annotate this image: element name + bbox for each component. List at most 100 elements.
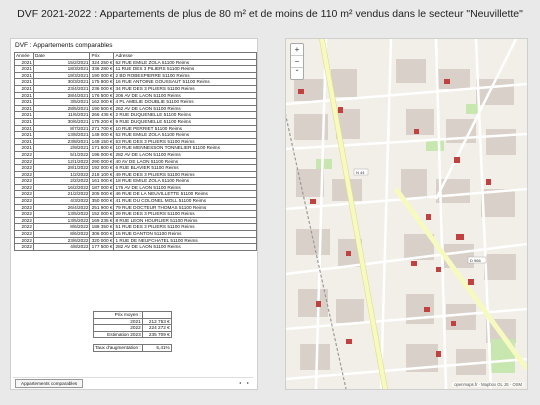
cell-address[interactable]: 176 AV DE LAON 51100 Reims xyxy=(113,183,257,192)
cell-date[interactable]: 3/5/2021 xyxy=(32,98,91,106)
cell-date[interactable]: 15/2/2021 xyxy=(32,58,91,67)
cell-price[interactable]: 324 250 € xyxy=(89,58,115,67)
cell-price[interactable]: 148 000 € xyxy=(89,131,115,139)
cell-address[interactable]: 51 RUE DES 3 PILIERS 51100 Reims xyxy=(113,223,257,232)
cell-date[interactable]: 23/4/2021 xyxy=(32,84,91,93)
cell-date[interactable]: 5/1/2022 xyxy=(32,150,91,159)
cell-date[interactable]: 18/3/2021 xyxy=(32,65,91,73)
cell-date[interactable]: 13/5/2022 xyxy=(32,210,91,218)
stats-value[interactable]: 212 753 € xyxy=(141,317,172,326)
empty-cell[interactable] xyxy=(141,311,172,319)
cell-date[interactable]: 13/5/2022 xyxy=(32,216,91,225)
cell-address[interactable]: 41 RUE DU COLONEL MOLL 51100 Reims xyxy=(113,197,257,205)
cell-date[interactable]: 2/2/2022 xyxy=(32,177,91,185)
increase-value[interactable]: 5,41% xyxy=(141,343,172,352)
cell-date[interactable]: 30/6/2021 xyxy=(32,117,91,126)
stats-value[interactable]: 224 272 € xyxy=(141,324,172,332)
cell-price[interactable]: 176 500 € xyxy=(89,91,115,100)
header-address[interactable]: Adresse xyxy=(113,52,257,60)
cell-address[interactable]: 262 AV DE LAON 51100 Reims xyxy=(113,104,257,113)
cell-year[interactable]: 2021 xyxy=(14,65,34,73)
cell-year[interactable]: 2021 xyxy=(14,98,34,106)
cell-address[interactable]: 206 AV DE LAON 51100 Reims xyxy=(113,91,257,100)
cell-year[interactable]: 2022 xyxy=(14,190,34,199)
cell-date[interactable]: 2/9/2021 xyxy=(32,144,91,152)
cell-year[interactable]: 2021 xyxy=(14,144,34,152)
cell-address[interactable]: 10 RUE MENNESSON TONNELIER 51100 Reims xyxy=(113,144,257,152)
cell-date[interactable]: 30/3/2021 xyxy=(32,78,91,86)
increase-label[interactable]: Taux d'augmentation : xyxy=(93,343,143,352)
cell-address[interactable]: 2 RUE DUQUENELLE 51100 Reims xyxy=(113,111,257,119)
cell-address[interactable]: 49 RUE DES 3 PILIERS 51100 Reims xyxy=(113,170,257,179)
cell-year[interactable]: 2021 xyxy=(14,71,34,80)
cell-date[interactable]: 12/1/2022 xyxy=(32,157,91,166)
cell-date[interactable]: 19/3/2021 xyxy=(32,71,91,80)
stats-value[interactable]: 235 709 € xyxy=(141,330,172,339)
cell-price[interactable]: 271 700 € xyxy=(89,124,115,133)
cell-price[interactable]: 188 350 € xyxy=(89,223,115,232)
cell-date[interactable]: 28/4/2021 xyxy=(32,91,91,100)
cell-address[interactable]: 4 PL AMELIE DOUBLIE 51100 Reims xyxy=(113,98,257,106)
cell-date[interactable]: 8/6/2022 xyxy=(32,223,91,232)
avg-price-title[interactable]: Prix moyen : xyxy=(93,311,143,319)
cell-year[interactable]: 2022 xyxy=(14,150,34,159)
cell-year[interactable]: 2021 xyxy=(14,91,34,100)
cell-year[interactable]: 2021 xyxy=(14,111,34,119)
cell-year[interactable]: 2022 xyxy=(14,197,34,205)
cell-price[interactable]: 266 435 € xyxy=(89,111,115,119)
header-price[interactable]: Prix xyxy=(89,52,115,60)
cell-address[interactable]: 1 RUE DE NEUFCHATEL 51100 Reims xyxy=(113,236,257,245)
cell-address[interactable]: 29 RUE DES 3 PILIERS 51100 Reims xyxy=(113,210,257,218)
cell-date[interactable]: 21/2/2022 xyxy=(32,190,91,199)
cell-price[interactable]: 190 500 € xyxy=(89,104,115,113)
cell-address[interactable]: 46 RUE DE LA NEUVILLETTE 51100 Reims xyxy=(113,190,257,199)
cell-year[interactable]: 2022 xyxy=(14,216,34,225)
cell-date[interactable]: 1/2/2022 xyxy=(32,170,91,179)
cell-year[interactable]: 2022 xyxy=(14,157,34,166)
cell-address[interactable]: 34 RUE DES 3 PILIERS 51100 Reims xyxy=(113,84,257,93)
cell-address[interactable]: 15 RUE DANTON 51100 Reims xyxy=(113,230,257,238)
cell-address[interactable]: 16 RUE ANTOINE GOUSSAUT 51100 Reims xyxy=(113,78,257,86)
cell-year[interactable]: 2021 xyxy=(14,117,34,126)
cell-address[interactable]: 52 RUE EMILE ZOLA 51100 Reims xyxy=(113,131,257,139)
cell-date[interactable]: 26/4/2022 xyxy=(32,203,91,212)
header-date[interactable]: Date xyxy=(32,52,91,60)
cell-year[interactable]: 2022 xyxy=(14,243,34,251)
cell-price[interactable]: 148 150 € xyxy=(89,137,115,146)
cell-date[interactable]: 8/6/2022 xyxy=(32,230,91,238)
cell-price[interactable]: 152 000 € xyxy=(89,210,115,218)
cell-price[interactable]: 162 000 € xyxy=(89,98,115,106)
cell-address[interactable]: 79 RUE DOCTEUR THOMAS 51100 Reims xyxy=(113,203,257,212)
cell-address[interactable]: 52 RUE EMILE ZOLA 51100 Reims xyxy=(113,58,257,67)
cell-year[interactable]: 2022 xyxy=(14,236,34,245)
cell-date[interactable]: 23/8/2021 xyxy=(32,137,91,146)
cell-address[interactable]: 10 RUE PERRIET 51100 Reims xyxy=(113,124,257,133)
map-canvas[interactable]: N 44 D 966 xyxy=(286,39,527,389)
cell-year[interactable]: 2022 xyxy=(14,170,34,179)
cell-year[interactable]: 2022 xyxy=(14,210,34,218)
stats-label[interactable]: 2022 xyxy=(93,324,143,332)
cell-date[interactable]: 4/3/2022 xyxy=(32,197,91,205)
cell-year[interactable]: 2021 xyxy=(14,124,34,133)
cell-date[interactable]: 23/6/2022 xyxy=(32,236,91,245)
cell-year[interactable]: 2021 xyxy=(14,78,34,86)
stats-label[interactable]: Estimation 2023 xyxy=(93,330,143,339)
cell-price[interactable]: 251 900 € xyxy=(89,203,115,212)
sheet-tab[interactable]: Appartements comparables xyxy=(15,379,84,388)
cell-year[interactable]: 2021 xyxy=(14,137,34,146)
cell-address[interactable]: 18 RUE EMILE ZOLA 51100 Reims xyxy=(113,177,257,185)
cell-address[interactable]: 11 RUE DES 3 PILIERS 51100 Reims xyxy=(113,65,257,73)
cell-price[interactable]: 171 800 € xyxy=(89,144,115,152)
header-year[interactable]: Année xyxy=(14,52,34,60)
cell-price[interactable]: 161 000 € xyxy=(89,177,115,185)
cell-date[interactable]: 11/6/2021 xyxy=(32,111,91,119)
scroll-left-icon[interactable]: ◂ xyxy=(237,379,243,386)
map-attribution[interactable]: openmaps.fr · Mapbox GL JS · OSM xyxy=(452,382,524,387)
cell-year[interactable]: 2021 xyxy=(14,58,34,67)
cell-price[interactable]: 205 000 € xyxy=(89,190,115,199)
cell-price[interactable]: 236 000 € xyxy=(89,84,115,93)
cell-price[interactable]: 175 800 € xyxy=(89,78,115,86)
cell-address[interactable]: 8 RUE LEON HOURLIER 51100 Reims xyxy=(113,216,257,225)
cell-address[interactable]: 2 BD ROBESPIERRE 51100 Reims xyxy=(113,71,257,80)
cell-year[interactable]: 2022 xyxy=(14,230,34,238)
